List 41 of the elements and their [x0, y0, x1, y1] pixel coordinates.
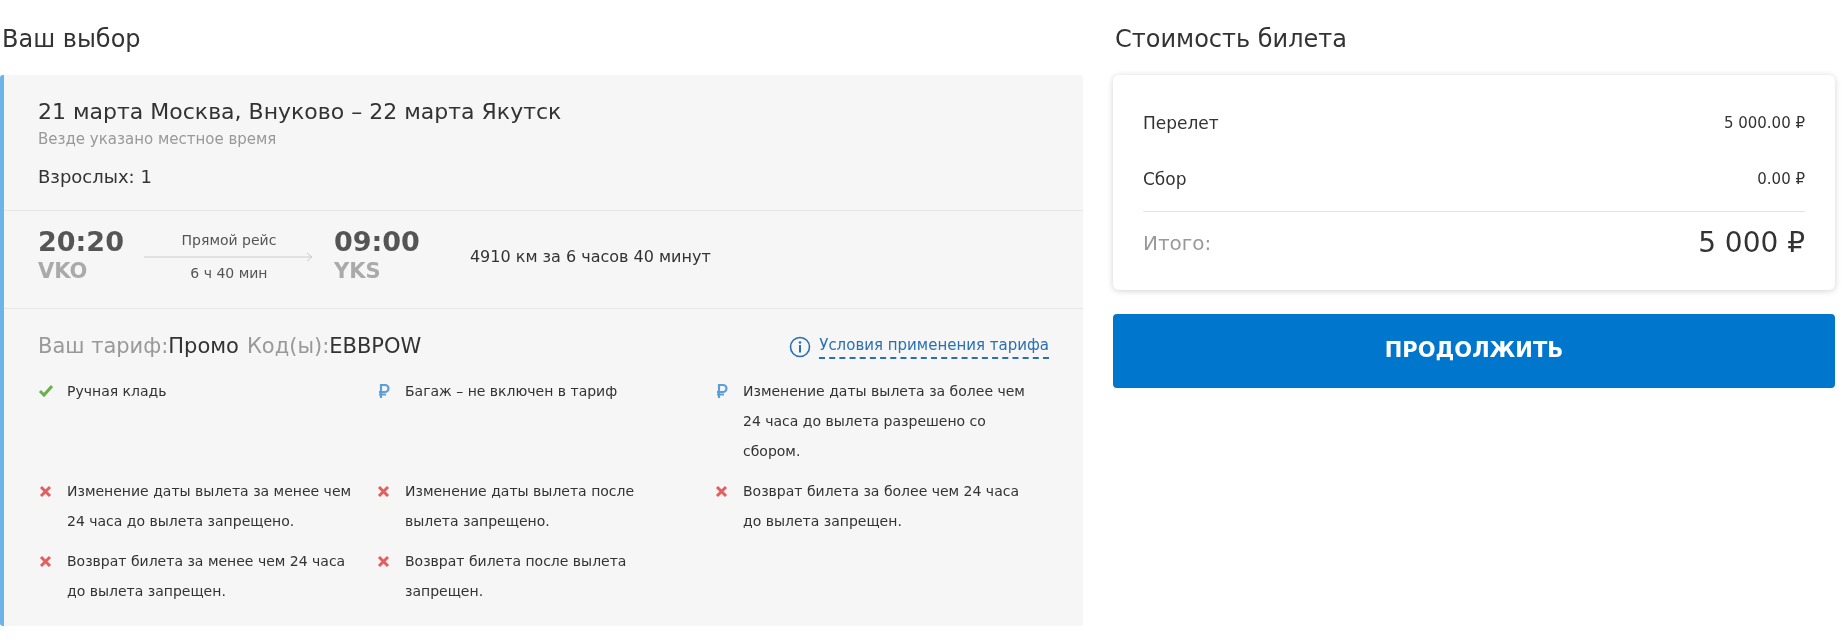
- departure-time: 20:20: [38, 226, 124, 257]
- ruble-icon: [714, 383, 729, 400]
- cross-icon: [376, 483, 391, 500]
- rule-text: Возврат билета за менее чем 24 часа до вылета запрещен.: [67, 552, 347, 602]
- arrival-time: 09:00: [333, 226, 420, 257]
- flight-duration: 6 ч 40 мин: [189, 264, 269, 284]
- price-label: Сбор: [1143, 168, 1187, 192]
- ruble-icon: [376, 383, 391, 400]
- rule-text: Изменение даты вылета за более чем 24 часа до вылета разрешено со сбором.: [743, 382, 1026, 462]
- rule-text: Ручная кладь: [67, 382, 167, 402]
- check-icon: [38, 383, 53, 400]
- flight-type: Прямой рейс: [180, 231, 278, 251]
- airport-code: YKS: [333, 258, 382, 286]
- rule-text: Багаж – не включен в тариф: [405, 382, 618, 402]
- total-amount: 5 000 ₽: [1698, 225, 1805, 262]
- route-title: 21 марта Москва, Внуково – 22 марта Якутск: [38, 98, 563, 127]
- price-amount: 0.00 ₽: [1757, 169, 1805, 191]
- rule-text: Возврат билета за более чем 24 часа до вылета запрещен.: [743, 482, 1020, 532]
- info-icon: [789, 335, 812, 358]
- price-label: Перелет: [1143, 112, 1219, 136]
- tariff-label: Ваш тариф:: [38, 332, 169, 360]
- rule-text: Изменение даты вылета за менее чем 24 часа до вылета запрещено.: [67, 482, 352, 532]
- time-note: Везде указано местное время: [38, 129, 278, 151]
- rule-text: Возврат билета после вылета запрещен.: [405, 552, 628, 602]
- rule-text: Изменение даты вылета после вылета запрещено.: [405, 482, 636, 532]
- section-heading: Ваш выбор: [2, 24, 142, 55]
- tariff-name: Промо: [168, 332, 239, 360]
- continue-button[interactable]: ПРОДОЛЖИТЬ: [1113, 314, 1835, 389]
- cross-icon: [38, 483, 53, 500]
- section-heading: Стоимость билета: [1115, 24, 1348, 55]
- cross-icon: [714, 483, 729, 500]
- cross-icon: [376, 553, 391, 570]
- tariff-code: EBBPOW: [329, 332, 422, 360]
- flight-distance: 4910 км за 6 часов 40 минут: [469, 246, 711, 269]
- airport-code: VKO: [38, 258, 89, 286]
- code-label: Код(ы):: [246, 332, 330, 360]
- price-amount: 5 000.00 ₽: [1723, 113, 1805, 135]
- passenger-count: Взрослых: 1: [38, 164, 153, 189]
- conditions-link[interactable]: Условия применения тарифа: [819, 334, 1049, 359]
- cross-icon: [38, 553, 53, 570]
- total-label: Итого:: [1143, 230, 1212, 258]
